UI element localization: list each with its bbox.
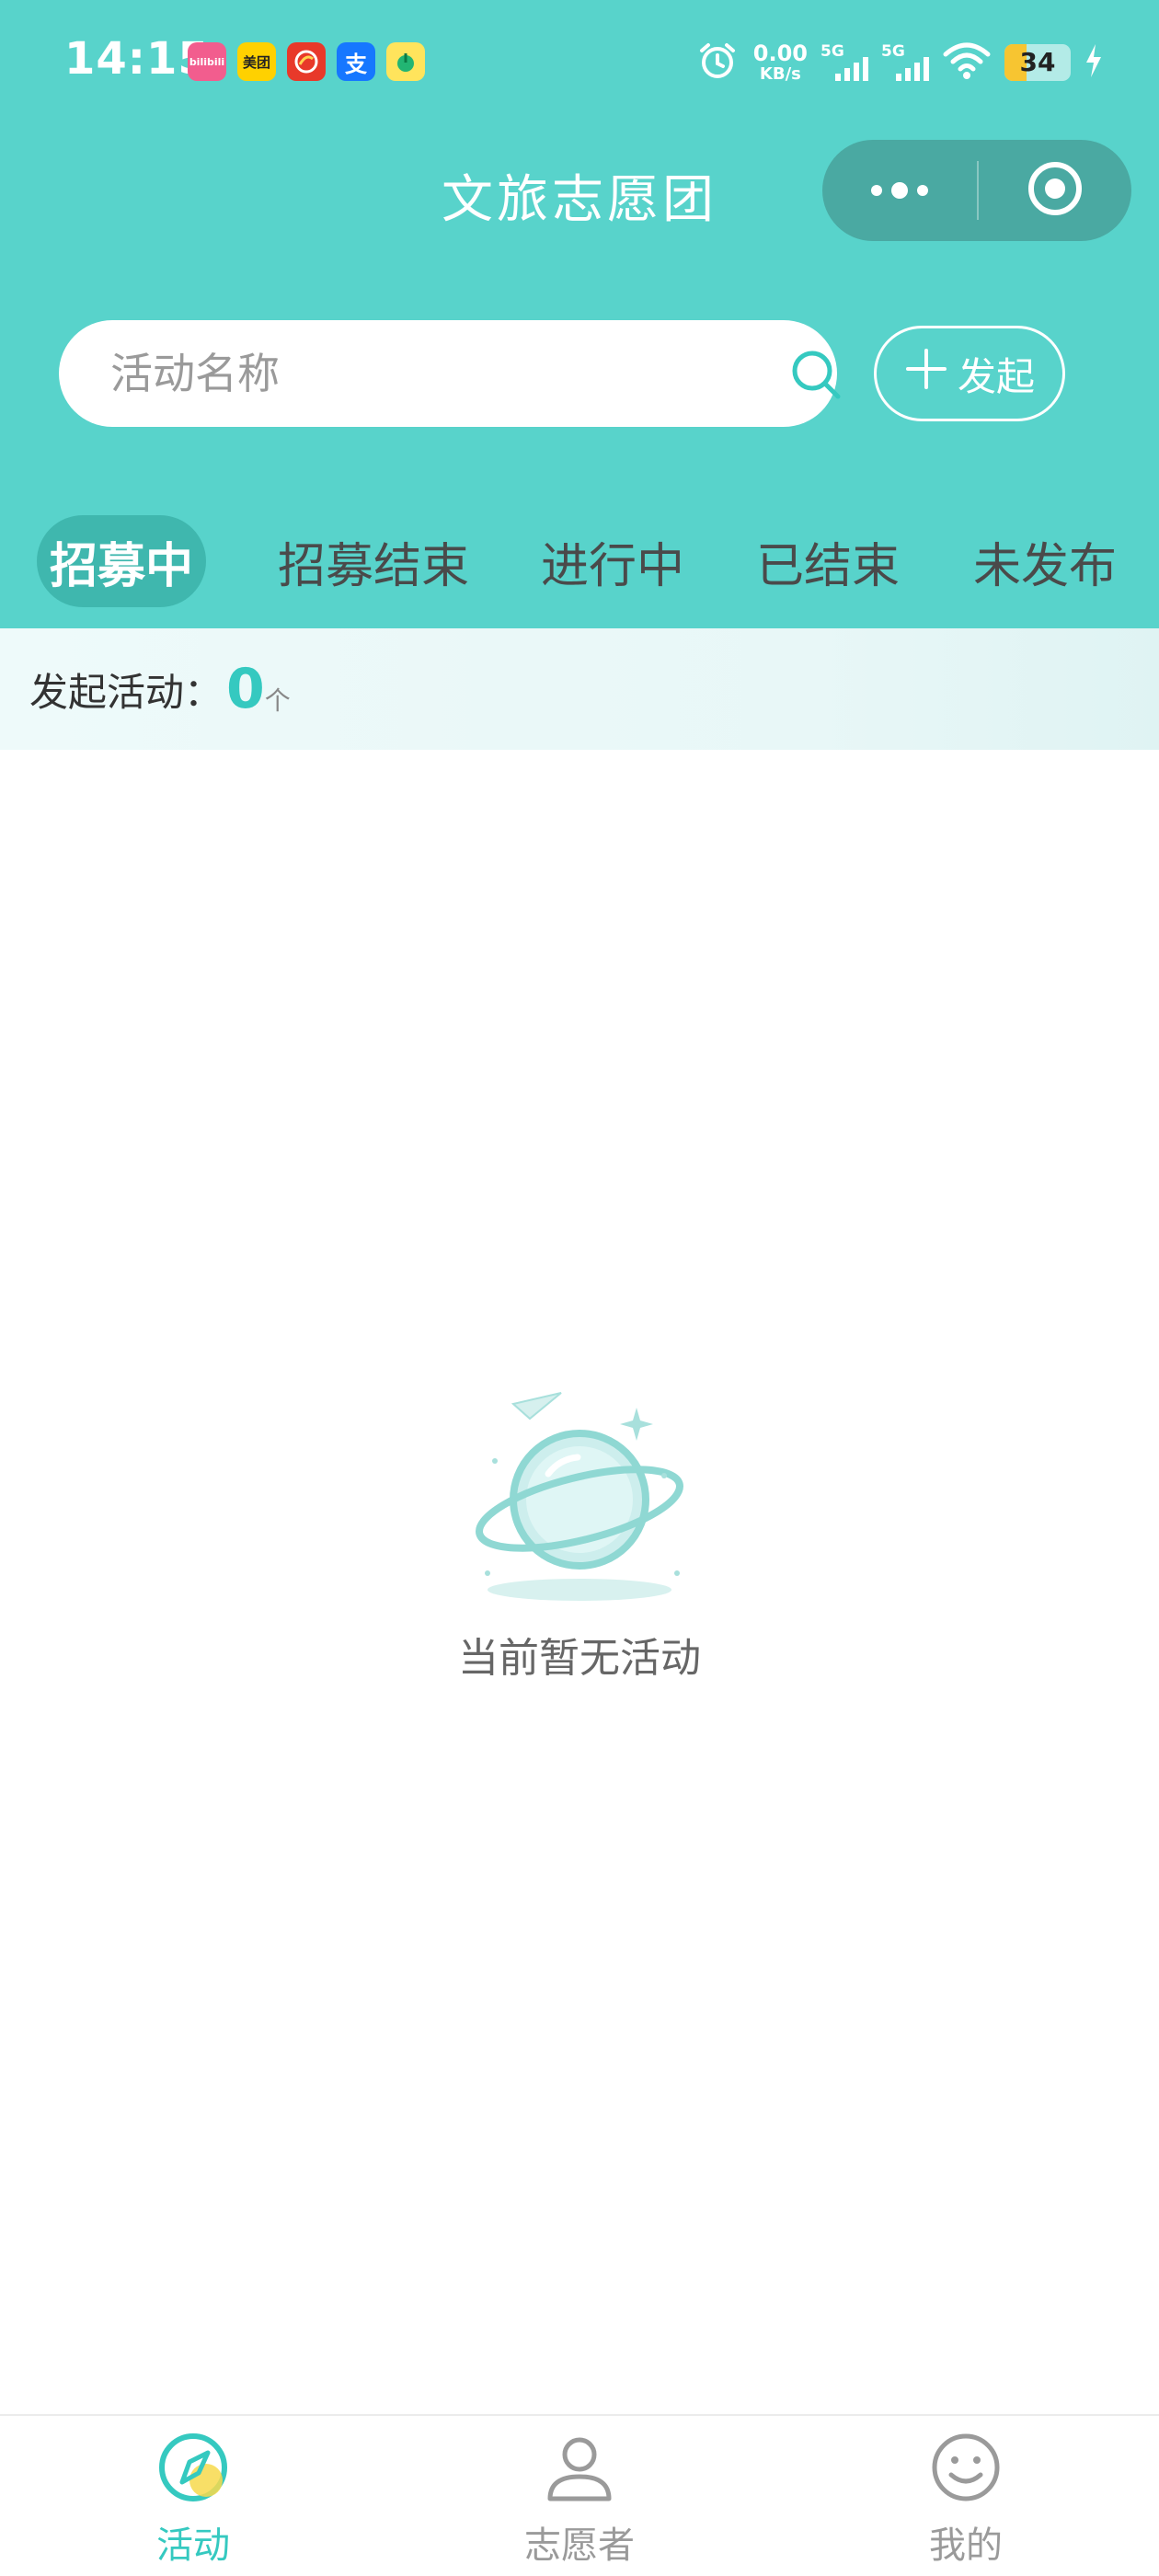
- tabbar-item-activities[interactable]: 活动: [74, 2429, 313, 2567]
- tabbar-label-activities: 活动: [156, 2524, 230, 2567]
- mini-program-capsule: [822, 140, 1131, 241]
- target-close-icon: [1026, 159, 1084, 222]
- tab-recruiting[interactable]: 招募中: [37, 515, 206, 607]
- more-dots-icon: [871, 182, 928, 199]
- wifi-icon: [942, 40, 992, 86]
- compass-icon: [155, 2429, 232, 2510]
- alarm-icon: [694, 38, 740, 87]
- charging-icon: [1084, 42, 1104, 83]
- qq-music-icon: [386, 42, 425, 81]
- tabbar-item-volunteers[interactable]: 志愿者: [460, 2429, 699, 2567]
- count-label: 发起活动：: [29, 669, 224, 715]
- count-unit: 个: [264, 685, 291, 716]
- battery-indicator: 34: [1004, 44, 1071, 81]
- count-value: 0: [226, 657, 265, 721]
- close-mini-program-button[interactable]: [979, 140, 1131, 241]
- more-menu-button[interactable]: [822, 140, 977, 241]
- status-tabs: 招募中 招募结束 进行中 已结束 未发布: [0, 515, 1159, 607]
- smiley-icon: [927, 2429, 1004, 2510]
- planet-illustration-icon: [469, 1380, 690, 1610]
- search-input[interactable]: [110, 320, 736, 427]
- alipay-icon: 支: [337, 42, 375, 81]
- plus-icon: [904, 347, 948, 400]
- bottom-tab-bar: 活动 志愿者 我的: [0, 2414, 1159, 2576]
- signal-5g-2: 5G: [881, 42, 929, 83]
- news-app-icon: [287, 42, 326, 81]
- launch-activity-button[interactable]: 发起: [874, 326, 1065, 421]
- tab-recruitment-ended[interactable]: 招募结束: [269, 515, 478, 607]
- signal-bars-icon: [835, 57, 868, 81]
- activity-count-bar: 发起活动： 0 个: [0, 628, 1159, 750]
- person-icon: [541, 2429, 618, 2510]
- notification-app-icons: bilibili 美团 支: [188, 42, 425, 81]
- meituan-icon: 美团: [237, 42, 276, 81]
- network-speed: 0.00 KB/s: [752, 40, 808, 84]
- status-indicators: 0.00 KB/s 5G 5G 34: [694, 35, 1104, 90]
- tabbar-label-mine: 我的: [929, 2524, 1003, 2567]
- bilibili-icon: bilibili: [188, 42, 226, 81]
- empty-message: 当前暂无活动: [458, 1635, 701, 1682]
- tab-unpublished[interactable]: 未发布: [970, 515, 1120, 607]
- tabbar-label-volunteers: 志愿者: [524, 2524, 635, 2567]
- signal-5g-1: 5G: [820, 42, 868, 83]
- tab-finished[interactable]: 已结束: [752, 515, 903, 607]
- status-bar: 14:15 bilibili 美团 支 0.00 KB/s 5G 5G 34: [0, 0, 1159, 129]
- tabbar-item-mine[interactable]: 我的: [846, 2429, 1085, 2567]
- search-bar: [59, 320, 841, 427]
- signal-bars-icon: [896, 57, 929, 81]
- launch-label: 发起: [957, 353, 1035, 399]
- search-icon[interactable]: [789, 348, 843, 405]
- tab-in-progress[interactable]: 进行中: [537, 515, 688, 607]
